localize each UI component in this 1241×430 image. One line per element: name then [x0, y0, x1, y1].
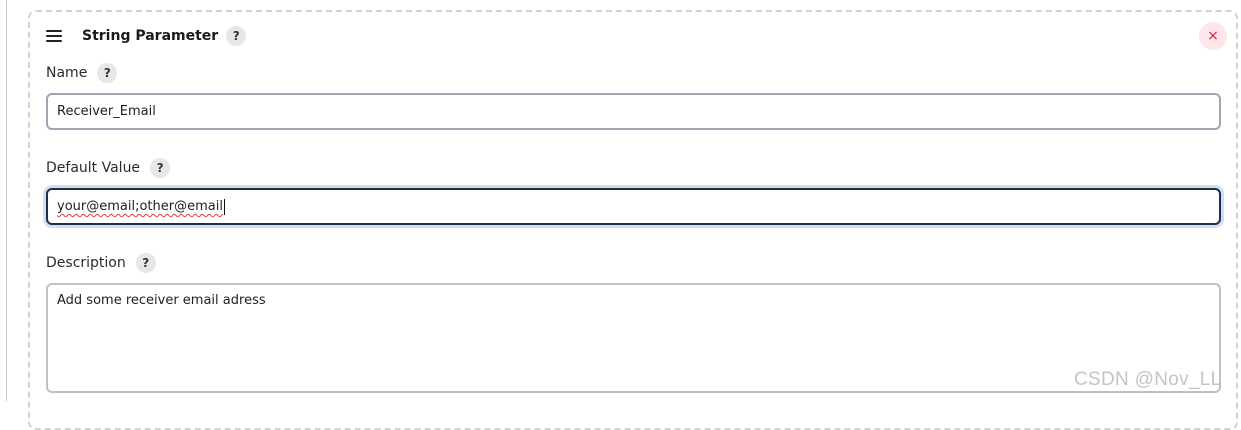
block-title: String Parameter — [82, 28, 219, 44]
name-label: Name — [46, 65, 88, 81]
description-textarea-value: Add some receiver email adress — [57, 293, 266, 308]
block-help-button[interactable]: ? — [226, 26, 247, 46]
default-value-help-button[interactable]: ? — [150, 158, 171, 178]
close-button[interactable]: × — [1199, 22, 1227, 50]
name-input-value: Receiver_Email — [57, 104, 156, 119]
description-label-row: Description ? — [46, 253, 156, 273]
block-header: String Parameter ? — [46, 22, 247, 50]
left-divider — [6, 0, 7, 401]
name-label-row: Name ? — [46, 63, 118, 83]
description-label: Description — [46, 255, 126, 271]
default-value-label-row: Default Value ? — [46, 158, 171, 178]
name-input[interactable]: Receiver_Email — [46, 93, 1221, 130]
default-value-input-value: your@email;other@email — [57, 199, 223, 214]
drag-handle-icon[interactable] — [46, 30, 62, 42]
description-textarea[interactable]: Add some receiver email adress — [46, 283, 1221, 393]
text-caret — [223, 198, 225, 215]
name-help-button[interactable]: ? — [97, 63, 118, 83]
default-value-input[interactable]: your@email;other@email — [46, 188, 1221, 225]
watermark: CSDN @Nov_LL — [1074, 369, 1222, 390]
default-value-label: Default Value — [46, 160, 141, 176]
description-help-button[interactable]: ? — [135, 253, 156, 273]
